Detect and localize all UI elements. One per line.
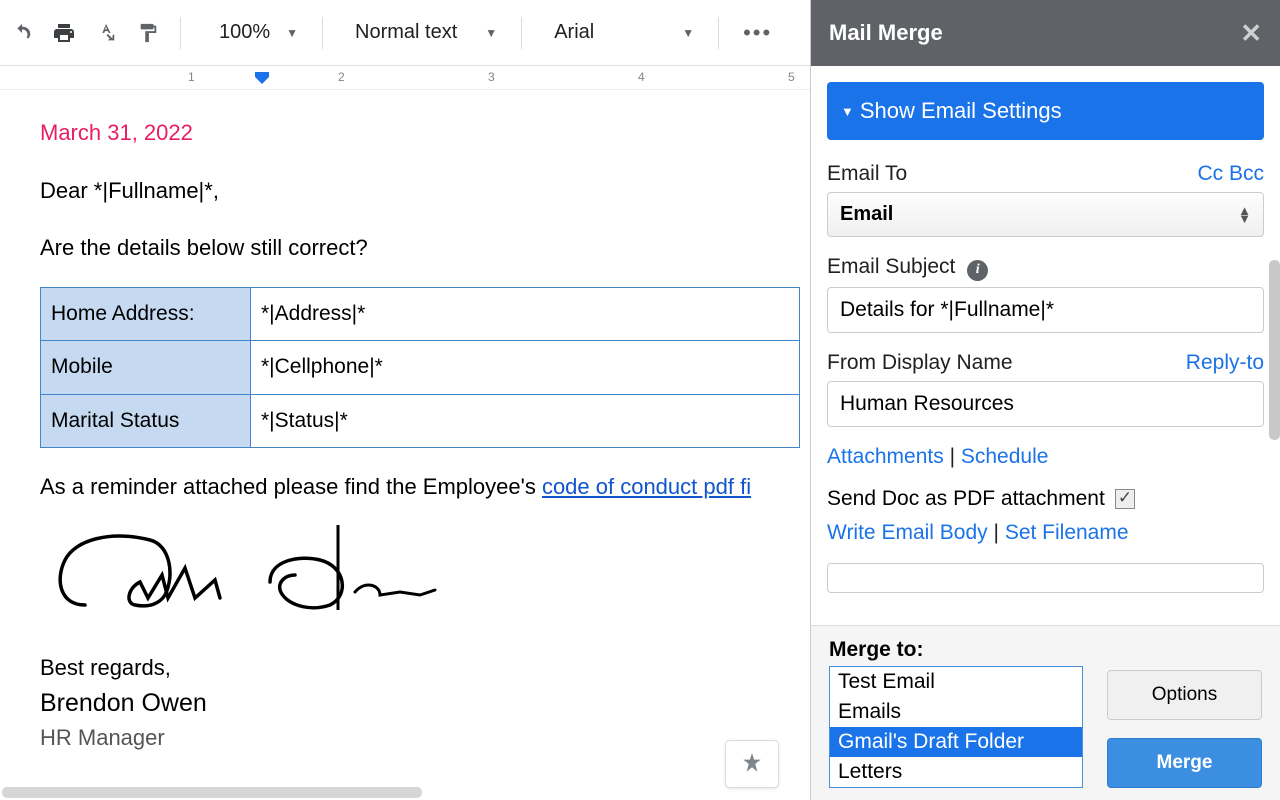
set-filename-link[interactable]: Set Filename [1005,521,1129,544]
table-label: Marital Status [41,394,251,447]
closing-line: Best regards, [40,653,800,683]
from-display-name-input[interactable] [827,381,1264,427]
mail-merge-sidebar: Mail Merge ✕ ▼ Show Email Settings Email… [810,0,1280,800]
font-value: Arial [554,21,594,44]
indent-marker-icon[interactable] [255,72,269,84]
subject-label: Email Subject [827,255,955,278]
pdf-checkbox[interactable] [1115,489,1135,509]
merge-to-label: Merge to: [829,638,1083,662]
show-email-settings-toggle[interactable]: ▼ Show Email Settings [827,82,1264,140]
options-button[interactable]: Options [1107,670,1262,720]
details-table: Home Address: *|Address|* Mobile *|Cellp… [40,287,800,448]
greeting-line: Dear *|Fullname|*, [40,176,800,206]
chevron-down-icon: ▼ [286,26,298,40]
select-arrows-icon: ▲▼ [1238,207,1251,223]
table-row: Marital Status *|Status|* [41,394,800,447]
reminder-text: As a reminder attached please find the E… [40,474,542,499]
ruler-mark: 2 [338,70,345,84]
merge-button[interactable]: Merge [1107,738,1262,788]
cc-link[interactable]: Cc [1197,162,1223,185]
font-family-select[interactable]: Arial ▼ [536,21,704,44]
email-to-value: Email [840,203,893,226]
sidebar-title: Mail Merge [829,20,943,46]
document-area[interactable]: March 31, 2022 Dear *|Fullname|*, Are th… [0,90,810,800]
signer-title: HR Manager [40,723,800,753]
reminder-line: As a reminder attached please find the E… [40,472,800,502]
table-row: Mobile *|Cellphone|* [41,341,800,394]
merge-option[interactable]: Test Email [830,667,1082,697]
from-label: From Display Name [827,351,1013,375]
show-settings-label: Show Email Settings [860,98,1062,124]
merge-option[interactable]: Gmail's Draft Folder [830,727,1082,757]
empty-field[interactable] [827,563,1264,593]
email-subject-input[interactable] [827,287,1264,333]
info-icon[interactable]: i [967,260,988,281]
signer-name: Brendon Owen [40,687,800,721]
reply-to-link[interactable]: Reply-to [1186,351,1264,375]
pdf-attachment-label: Send Doc as PDF attachment [827,487,1105,511]
schedule-link[interactable]: Schedule [961,445,1049,468]
merge-section: Merge to: Test EmailEmailsGmail's Draft … [811,625,1280,800]
ruler-mark: 3 [488,70,495,84]
email-to-select[interactable]: Email ▲▼ [827,192,1264,237]
code-of-conduct-link[interactable]: code of conduct pdf fi [542,474,751,499]
ruler-mark: 1 [188,70,195,84]
table-label: Mobile [41,341,251,394]
paint-format-button[interactable] [130,15,166,51]
merge-option[interactable]: Letters [830,757,1082,787]
chevron-down-icon: ▼ [682,26,694,40]
bcc-link[interactable]: Bcc [1229,162,1264,185]
write-email-body-link[interactable]: Write Email Body [827,521,988,544]
ruler-mark: 4 [638,70,645,84]
style-value: Normal text [355,21,457,44]
table-label: Home Address: [41,288,251,341]
table-value: *|Cellphone|* [251,341,800,394]
close-icon[interactable]: ✕ [1240,18,1262,49]
print-button[interactable] [46,15,82,51]
table-value: *|Address|* [251,288,800,341]
attachments-link[interactable]: Attachments [827,445,944,468]
page-scrollbar[interactable] [1269,260,1280,440]
paragraph-style-select[interactable]: Normal text ▼ [337,21,507,44]
chevron-down-icon: ▼ [485,26,497,40]
explore-button[interactable] [725,740,779,788]
zoom-value: 100% [219,21,270,44]
table-row: Home Address: *|Address|* [41,288,800,341]
zoom-select[interactable]: 100% ▼ [195,21,308,44]
document-date: March 31, 2022 [40,118,800,148]
table-value: *|Status|* [251,394,800,447]
undo-button[interactable] [4,15,40,51]
caret-down-icon: ▼ [841,104,854,119]
merge-option[interactable]: Emails [830,697,1082,727]
email-to-label: Email To [827,162,907,186]
question-line: Are the details below still correct? [40,233,800,263]
signature-image [40,520,800,628]
more-tools-button[interactable]: ••• [733,20,782,46]
ruler-mark: 5 [788,70,795,84]
horizontal-scrollbar[interactable] [2,787,422,798]
sidebar-header: Mail Merge ✕ [811,0,1280,66]
merge-to-list[interactable]: Test EmailEmailsGmail's Draft FolderLett… [829,666,1083,788]
spellcheck-button[interactable] [88,15,124,51]
